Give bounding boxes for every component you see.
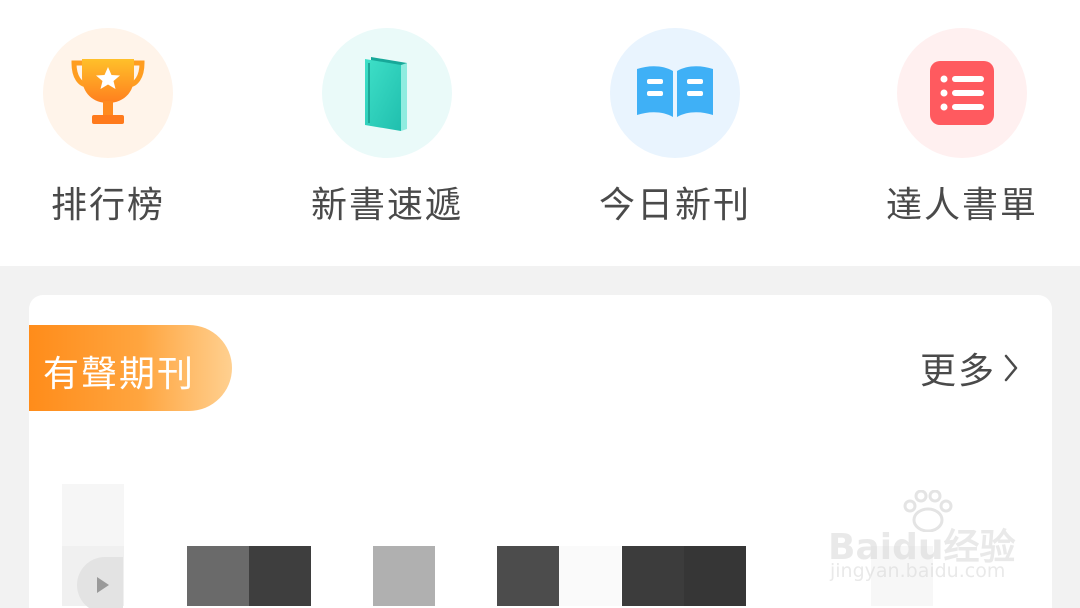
- blurred-cover-placeholder: [497, 546, 559, 606]
- blurred-cover-placeholder: [187, 546, 249, 606]
- blurred-cover-placeholder: [559, 546, 621, 606]
- watermark-url: jingyan.baidu.com: [830, 560, 1006, 582]
- quick-item-label: 新書速遞: [310, 185, 463, 226]
- quick-item-label: 今日新刊: [598, 185, 751, 226]
- book-icon-circle: [322, 28, 452, 158]
- quick-item-new-books[interactable]: 新書速遞: [297, 28, 477, 228]
- quick-item-label: 排行榜: [50, 185, 165, 226]
- list-icon-circle: [897, 28, 1027, 158]
- more-label: 更多: [919, 351, 996, 392]
- section-title: 有聲期刊: [43, 354, 196, 395]
- quick-item-label: 達人書單: [885, 185, 1038, 226]
- book-icon: [365, 57, 407, 131]
- trophy-icon: [71, 59, 145, 124]
- watermark: Baidu经验 jingyan.baidu.com: [828, 490, 1028, 590]
- quick-item-expert-lists[interactable]: 達人書單: [872, 28, 1052, 228]
- blurred-cover-placeholder: [249, 546, 311, 606]
- quick-menu: 排行榜 新書速遞 今日新刊 達人書單: [0, 0, 1080, 266]
- blurred-cover-placeholder: [373, 546, 435, 606]
- blurred-cover-placeholder: [622, 546, 684, 606]
- section-title-tag: 有聲期刊: [29, 325, 232, 411]
- quick-item-ranking[interactable]: 排行榜: [18, 28, 198, 228]
- blurred-cover-placeholder: [684, 546, 746, 606]
- more-link[interactable]: 更多: [919, 345, 1022, 392]
- chevron-right-icon: [1004, 354, 1018, 382]
- blurred-cover-placeholder: [62, 484, 124, 546]
- open-book-icon: [637, 66, 713, 117]
- play-icon: [97, 577, 109, 593]
- quick-item-todays-issues[interactable]: 今日新刊: [585, 28, 765, 228]
- trophy-icon-circle: [43, 28, 173, 158]
- play-button[interactable]: [77, 557, 123, 608]
- app-screen: 排行榜 新書速遞 今日新刊 達人書單 有聲期刊 更多 Baidu经验 jingy…: [0, 0, 1080, 608]
- open-book-icon-circle: [610, 28, 740, 158]
- list-icon: [930, 61, 994, 125]
